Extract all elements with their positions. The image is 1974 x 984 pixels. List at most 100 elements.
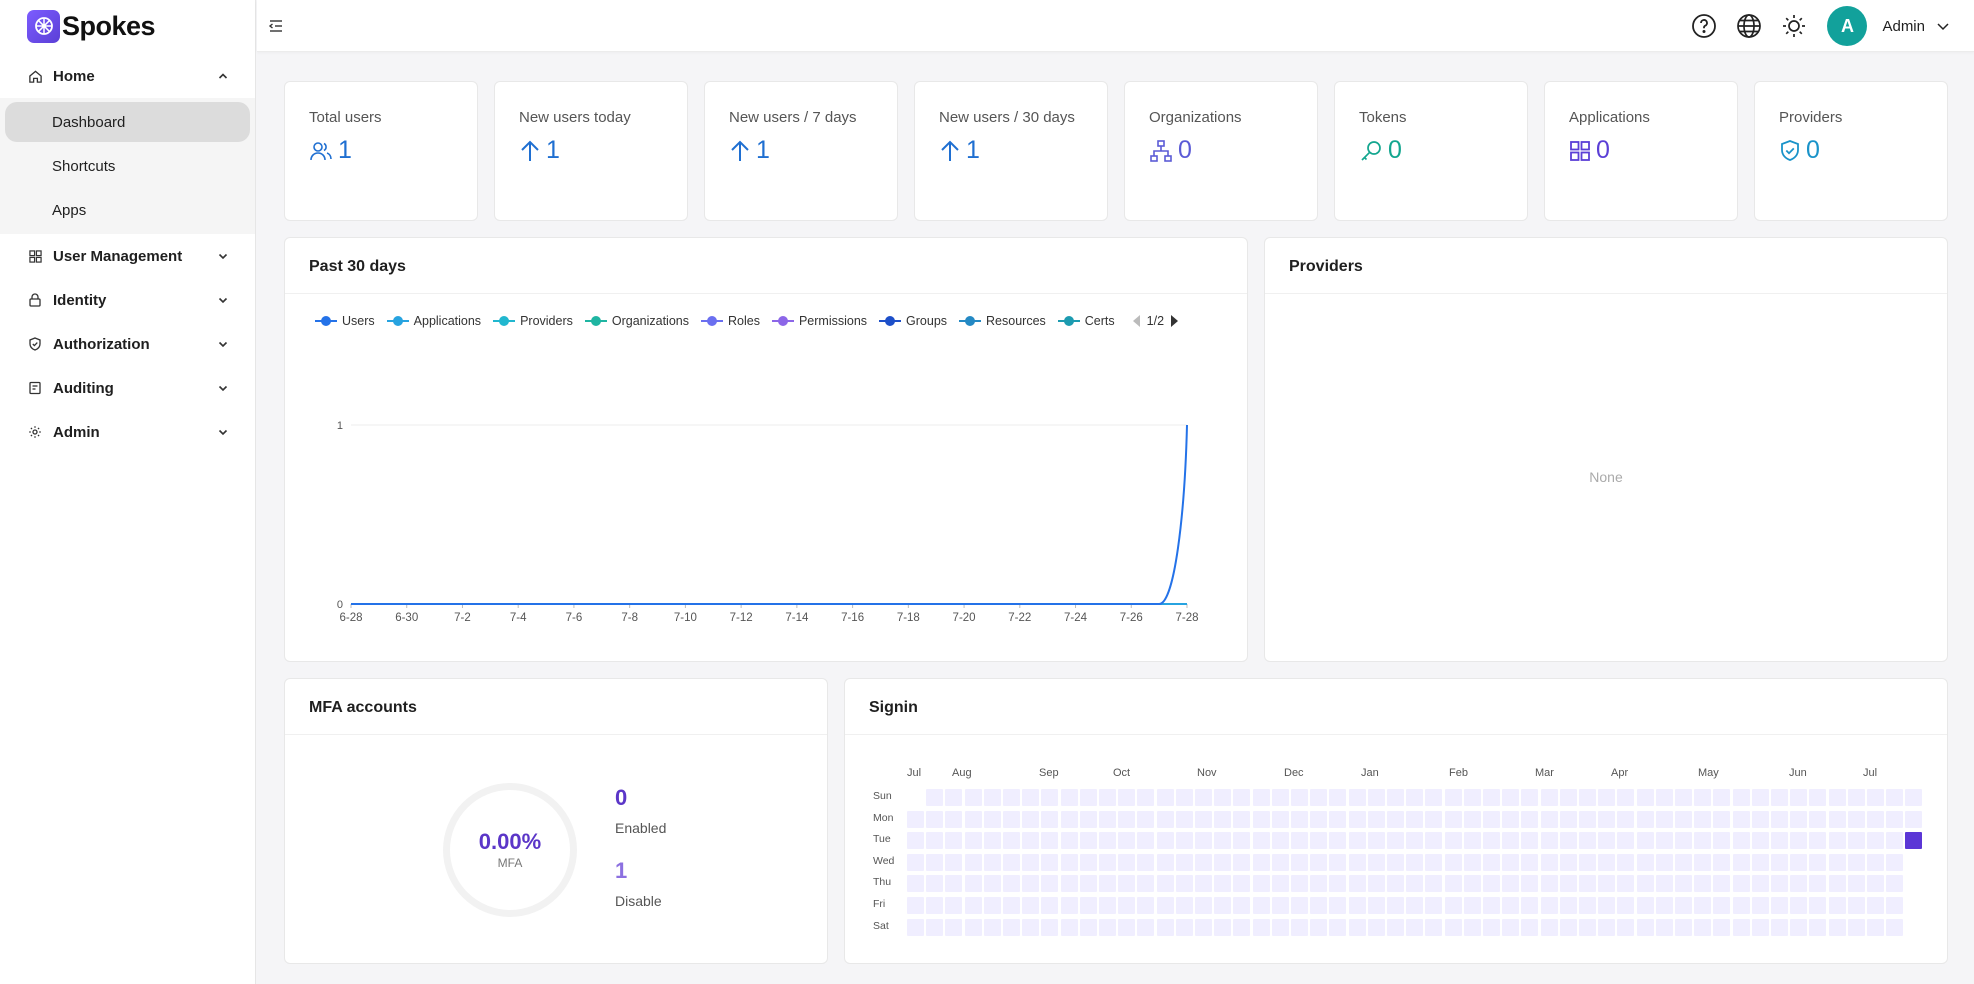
sidebar-item-shortcuts[interactable]: Shortcuts [5,146,250,186]
heatmap-cell[interactable] [1099,810,1116,828]
heatmap-cell[interactable] [1655,810,1673,828]
heatmap-cell[interactable] [1099,789,1116,806]
heatmap-cell[interactable] [964,875,982,893]
heatmap-cell[interactable] [1041,918,1059,936]
nav-identity[interactable]: Identity [0,278,255,322]
sidebar-item-apps[interactable]: Apps [5,190,250,230]
heatmap-cell[interactable] [1387,875,1404,893]
heatmap-cell[interactable] [1828,789,1846,806]
legend-item-organizations[interactable]: Organizations [584,314,689,328]
heatmap-cell[interactable] [1291,789,1308,806]
heatmap-cell[interactable] [1847,832,1865,850]
heatmap-cell[interactable] [1867,875,1884,893]
heatmap-cell[interactable] [1003,875,1020,893]
heatmap-cell[interactable] [1636,853,1654,871]
heatmap-cell[interactable] [1252,853,1270,871]
heatmap-cell[interactable] [983,810,1001,828]
heatmap-cell[interactable] [1847,789,1865,806]
heatmap-cell[interactable] [1329,875,1347,893]
chevron-down-icon[interactable] [1936,19,1950,33]
heatmap-cell[interactable] [1751,918,1769,936]
heatmap-cell[interactable] [1809,789,1827,806]
heatmap-cell[interactable] [1252,918,1270,936]
heatmap-cell[interactable] [1483,918,1500,936]
heatmap-cell[interactable] [1559,875,1577,893]
heatmap-cell[interactable] [1867,810,1884,828]
heatmap-cell[interactable] [1348,789,1366,806]
heatmap-cell[interactable] [1022,875,1040,893]
heatmap-cell[interactable] [1406,853,1424,871]
collapse-sidebar-icon[interactable] [267,17,285,35]
heatmap-cell[interactable] [1790,897,1808,914]
heatmap-cell[interactable] [1175,875,1193,893]
heatmap-cell[interactable] [1886,810,1904,828]
heatmap-cell[interactable] [964,918,982,936]
heatmap-cell[interactable] [1444,897,1462,914]
heatmap-cell[interactable] [1655,853,1673,871]
heatmap-cell[interactable] [1214,897,1232,914]
heatmap-cell[interactable] [1425,832,1443,850]
heatmap-cell[interactable] [1003,832,1020,850]
heatmap-cell[interactable] [1099,853,1116,871]
heatmap-cell[interactable] [1905,832,1923,850]
heatmap-cell[interactable] [945,875,963,893]
heatmap-cell[interactable] [1540,832,1558,850]
heatmap-cell[interactable] [1041,853,1059,871]
heatmap-cell[interactable] [926,853,944,871]
heatmap-cell[interactable] [1041,875,1059,893]
heatmap-cell[interactable] [1214,832,1232,850]
heatmap-cell[interactable] [983,897,1001,914]
heatmap-cell[interactable] [1694,810,1712,828]
heatmap-cell[interactable] [1367,875,1385,893]
heatmap-cell[interactable] [1406,875,1424,893]
heatmap-cell[interactable] [1233,832,1251,850]
heatmap-cell[interactable] [1694,875,1712,893]
heatmap-cell[interactable] [1329,789,1347,806]
heatmap-cell[interactable] [1310,853,1328,871]
heatmap-cell[interactable] [1713,789,1731,806]
heatmap-cell[interactable] [926,832,944,850]
heatmap-cell[interactable] [1579,810,1596,828]
nav-user-management[interactable]: User Management [0,234,255,278]
heatmap-cell[interactable] [1598,918,1616,936]
heatmap-cell[interactable] [1559,789,1577,806]
heatmap-cell[interactable] [1329,853,1347,871]
heatmap-cell[interactable] [983,853,1001,871]
heatmap-cell[interactable] [1502,789,1520,806]
nav-authorization[interactable]: Authorization [0,322,255,366]
heatmap-cell[interactable] [1137,897,1155,914]
heatmap-cell[interactable] [1483,853,1500,871]
heatmap-cell[interactable] [964,853,982,871]
heatmap-cell[interactable] [1636,789,1654,806]
heatmap-cell[interactable] [1655,918,1673,936]
heatmap-cell[interactable] [1444,918,1462,936]
heatmap-cell[interactable] [1195,853,1212,871]
heatmap-cell[interactable] [1675,897,1692,914]
heatmap-cell[interactable] [1425,853,1443,871]
heatmap-cell[interactable] [1195,832,1212,850]
heatmap-cell[interactable] [1847,853,1865,871]
heatmap-cell[interactable] [1771,918,1788,936]
heatmap-cell[interactable] [1521,875,1539,893]
heatmap-cell[interactable] [1175,918,1193,936]
heatmap-cell[interactable] [1886,832,1904,850]
heatmap-cell[interactable] [945,789,963,806]
heatmap-cell[interactable] [1348,853,1366,871]
heatmap-cell[interactable] [1463,810,1481,828]
heatmap-cell[interactable] [1579,918,1596,936]
heatmap-cell[interactable] [1886,918,1904,936]
heatmap-cell[interactable] [1617,789,1635,806]
heatmap-cell[interactable] [1521,853,1539,871]
heatmap-cell[interactable] [1732,897,1750,914]
language-globe-icon[interactable] [1735,12,1763,40]
heatmap-cell[interactable] [1847,875,1865,893]
heatmap-cell[interactable] [1195,918,1212,936]
brand[interactable]: Spokes [0,0,255,52]
heatmap-cell[interactable] [1214,789,1232,806]
heatmap-cell[interactable] [1502,810,1520,828]
heatmap-cell[interactable] [983,789,1001,806]
heatmap-cell[interactable] [1617,918,1635,936]
heatmap-cell[interactable] [1751,875,1769,893]
heatmap-cell[interactable] [983,918,1001,936]
heatmap-cell[interactable] [1540,810,1558,828]
